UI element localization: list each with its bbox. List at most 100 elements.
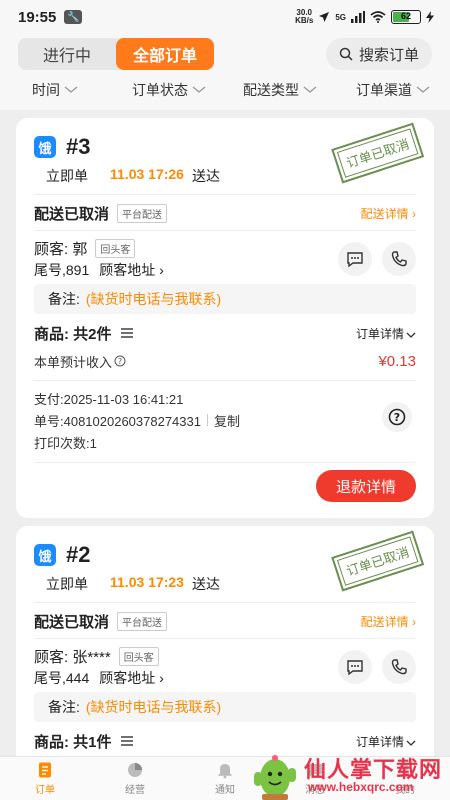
chat-icon [347, 660, 363, 676]
filter-bar: 时间 订单状态 配送类型 订单渠道 [0, 74, 450, 104]
order-card[interactable]: 饿 #2 订单已取消 立即单 11.03 17:23 送达 配送已取消 平台配送… [16, 526, 434, 756]
eleme-badge-icon: 饿 [34, 136, 56, 158]
status-time: 19:55 [18, 8, 57, 26]
search-icon [339, 47, 353, 61]
print-count: 打印次数:1 [34, 435, 97, 451]
charging-icon [426, 11, 434, 23]
chat-button[interactable] [338, 650, 372, 684]
customer-address-link[interactable]: 顾客地址 › [99, 260, 164, 280]
cancelled-stamp: 订单已取消 [331, 122, 425, 184]
delivery-detail-link[interactable]: 配送详情 › [361, 613, 416, 630]
chevron-down-icon [192, 86, 206, 93]
divider [34, 230, 416, 231]
help-button[interactable]: ? [382, 402, 412, 432]
site-watermark: 仙人掌下载网 www.hebxqrc.com [250, 748, 446, 800]
call-button[interactable] [382, 242, 416, 276]
question-icon: ? [388, 408, 406, 426]
divider [34, 602, 416, 603]
returning-customer-tag: 回头客 [118, 646, 159, 666]
menu-icon [120, 328, 133, 338]
remark-box: 备注: (缺货时电话与我联系) [34, 692, 416, 722]
battery-icon: 62 [391, 10, 421, 24]
location-arrow-icon [319, 12, 330, 22]
delivery-time-row: 立即单 11.03 17:26 送达 [46, 166, 220, 184]
remark-label: 备注: [48, 699, 80, 715]
tab-orders[interactable]: 订单 [0, 757, 90, 800]
copy-button[interactable]: 复制 [214, 411, 240, 430]
filter-order-status[interactable]: 订单状态 [132, 80, 206, 100]
tab-in-progress[interactable]: 进行中 [18, 38, 116, 70]
pay-time-row: 支付:2025-11-03 16:41:21 [34, 388, 416, 408]
delivery-status-row: 配送已取消 平台配送 配送详情 › [34, 202, 416, 224]
svg-text:?: ? [118, 357, 122, 366]
customer-address-link[interactable]: 顾客地址 › [99, 668, 164, 688]
chat-button[interactable] [338, 242, 372, 276]
delivery-tag: 平台配送 [117, 203, 168, 223]
income-row: 本单预计收入 ? ¥0.13 [34, 350, 416, 372]
order-no: 单号:4081020260378274331 [34, 413, 201, 429]
remark-box: 备注: (缺货时电话与我联系) [34, 284, 416, 314]
wifi-icon [370, 11, 386, 23]
eleme-badge-icon: 饿 [34, 544, 56, 566]
cell-signal-icon [351, 11, 365, 23]
remark-value: (缺货时电话与我联系) [85, 699, 222, 715]
search-orders-button[interactable]: 搜索订单 [326, 38, 432, 70]
pay-time: 支付:2025-11-03 16:41:21 [34, 391, 184, 407]
order-segment-control: 进行中 全部订单 [18, 38, 214, 70]
order-list[interactable]: 饿 #3 订单已取消 立即单 11.03 17:26 送达 配送已取消 平台配送… [0, 110, 450, 756]
income-value: ¥0.13 [378, 352, 416, 370]
order-detail-link[interactable]: 订单详情 [356, 733, 416, 750]
refund-detail-button[interactable]: 退款详情 [316, 470, 416, 502]
goods-count: 商品: 共2件 [34, 325, 112, 343]
cancelled-stamp: 订单已取消 [331, 530, 425, 592]
divider [34, 462, 416, 463]
chevron-down-icon [406, 740, 416, 746]
chart-pie-icon [128, 763, 142, 777]
returning-customer-tag: 回头客 [95, 238, 136, 258]
print-count-row: 打印次数:1 [34, 432, 416, 452]
svg-text:?: ? [394, 411, 400, 424]
chat-icon [347, 252, 363, 268]
remark-label: 备注: [48, 291, 80, 307]
delivery-detail-link[interactable]: 配送详情 › [361, 205, 416, 222]
goods-count: 商品: 共1件 [34, 733, 112, 751]
tail-number: 尾号,891 [34, 262, 90, 278]
order-number: 饿 #3 [34, 134, 90, 160]
divider [34, 638, 416, 639]
cactus-logo-icon [254, 755, 296, 800]
income-label: 本单预计收入 [34, 354, 113, 370]
delivery-status: 配送已取消 [34, 205, 110, 223]
separator [206, 414, 208, 426]
header: 进行中 全部订单 搜索订单 时间 订单状态 配送类型 订单渠道 [0, 34, 450, 110]
tab-business[interactable]: 经营 [90, 757, 180, 800]
goods-row: 商品: 共2件 订单详情 [34, 322, 416, 344]
help-icon[interactable]: ? [114, 355, 126, 367]
order-detail-link[interactable]: 订单详情 [356, 325, 416, 342]
remark-value: (缺货时电话与我联系) [85, 291, 222, 307]
filter-delivery-type[interactable]: 配送类型 [243, 80, 317, 100]
call-button[interactable] [382, 650, 416, 684]
signal-type: 5G [335, 12, 346, 22]
divider [34, 194, 416, 195]
filter-time[interactable]: 时间 [32, 80, 78, 100]
watermark-url: www.hebxqrc.com [308, 780, 414, 794]
order-no-row: 单号:4081020260378274331 复制 [34, 410, 416, 430]
customer-name: 顾客: 郭 [34, 240, 88, 258]
filter-order-channel[interactable]: 订单渠道 [356, 80, 430, 100]
status-right: 30.0 KB/s 5G 62 [295, 9, 434, 25]
tail-number: 尾号,444 [34, 670, 90, 686]
delivery-time-row: 立即单 11.03 17:23 送达 [46, 574, 220, 592]
order-card[interactable]: 饿 #3 订单已取消 立即单 11.03 17:26 送达 配送已取消 平台配送… [16, 118, 434, 518]
phone-icon [391, 659, 407, 675]
chevron-down-icon [416, 86, 430, 93]
chevron-down-icon [406, 332, 416, 338]
search-label: 搜索订单 [358, 46, 419, 64]
customer-name: 顾客: 张**** [34, 648, 111, 666]
orders-icon [39, 762, 51, 778]
bell-icon [218, 764, 232, 779]
menu-icon [120, 736, 133, 746]
wrench-icon: 🔧 [64, 10, 83, 24]
net-speed: 30.0 KB/s [295, 8, 314, 25]
order-number: 饿 #2 [34, 542, 90, 568]
tab-all-orders[interactable]: 全部订单 [116, 38, 214, 70]
